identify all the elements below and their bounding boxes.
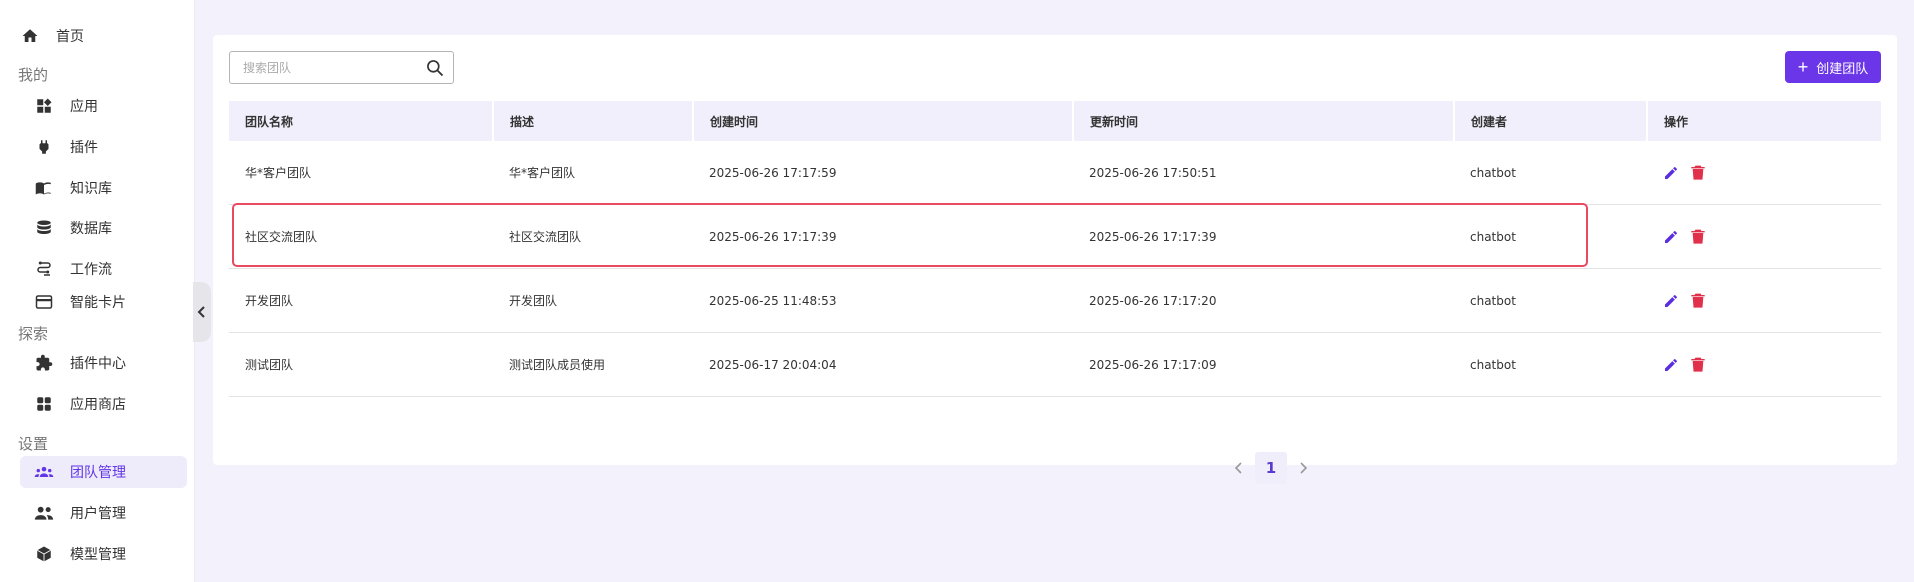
team-list-card: + 创建团队 团队名称 描述 创建时间 更新时间 创建者 操作 华*客户团队 华… xyxy=(213,35,1897,484)
nav-item-label: 团队管理 xyxy=(70,465,126,481)
team-description: 华*客户团队 xyxy=(509,166,576,180)
column-header-name: 团队名称 xyxy=(229,101,494,141)
workflow-icon xyxy=(34,259,54,279)
edit-icon[interactable] xyxy=(1663,229,1679,245)
table-row: 开发团队 开发团队 2025-06-25 11:48:53 2025-06-26… xyxy=(229,269,1881,333)
nav-item-workflow[interactable]: 工作流 xyxy=(20,253,187,285)
nav-item-apps[interactable]: 应用 xyxy=(20,90,187,122)
team-name: 测试团队 xyxy=(245,358,294,372)
section-title-mine: 我的 xyxy=(18,66,49,84)
delete-icon[interactable] xyxy=(1691,293,1705,309)
nav-item-label: 插件中心 xyxy=(70,356,126,372)
column-header-created-time: 创建时间 xyxy=(693,101,1074,141)
column-header-creator: 创建者 xyxy=(1454,101,1648,141)
team-name: 社区交流团队 xyxy=(245,230,318,244)
create-team-button[interactable]: + 创建团队 xyxy=(1785,51,1881,83)
creator: chatbot xyxy=(1470,357,1516,372)
created-time: 2025-06-17 20:04:04 xyxy=(709,357,837,372)
nav-item-label: 应用 xyxy=(70,99,98,115)
updated-time: 2025-06-26 17:17:39 xyxy=(1089,229,1217,244)
table-row: 测试团队 测试团队成员使用 2025-06-17 20:04:04 2025-0… xyxy=(229,333,1881,397)
home-icon xyxy=(20,26,40,46)
plus-icon: + xyxy=(1797,57,1809,77)
team-name: 华*客户团队 xyxy=(245,166,312,180)
pagination: 1 xyxy=(1223,452,1319,484)
team-description: 测试团队成员使用 xyxy=(509,358,606,372)
team-table: 团队名称 描述 创建时间 更新时间 创建者 操作 华*客户团队 华*客户团队 2… xyxy=(229,101,1881,397)
nav-item-label: 工作流 xyxy=(70,262,112,278)
nav-item-label: 模型管理 xyxy=(70,547,126,563)
prev-page-icon[interactable] xyxy=(1223,452,1255,484)
table-header-row: 团队名称 描述 创建时间 更新时间 创建者 操作 xyxy=(229,101,1881,141)
nav-item-label: 知识库 xyxy=(70,181,112,197)
nav-item-label: 插件 xyxy=(70,140,98,156)
search-icon[interactable] xyxy=(425,58,445,82)
edit-icon[interactable] xyxy=(1663,357,1679,373)
card-icon xyxy=(34,292,54,312)
nav-item-app-store[interactable]: 应用商店 xyxy=(20,388,187,420)
edit-icon[interactable] xyxy=(1663,293,1679,309)
created-time: 2025-06-25 11:48:53 xyxy=(709,293,837,308)
users-icon xyxy=(34,503,54,523)
section-title-settings: 设置 xyxy=(18,435,49,453)
nav-item-database[interactable]: 数据库 xyxy=(20,212,187,244)
plug-icon xyxy=(34,137,54,157)
cube-icon xyxy=(34,544,54,564)
nav-item-model-management[interactable]: 模型管理 xyxy=(20,538,187,570)
nav-item-plugin-center[interactable]: 插件中心 xyxy=(20,347,187,379)
created-time: 2025-06-26 17:17:39 xyxy=(709,229,837,244)
updated-time: 2025-06-26 17:50:51 xyxy=(1089,165,1217,180)
nav-item-label: 首页 xyxy=(56,29,84,45)
next-page-icon[interactable] xyxy=(1287,452,1319,484)
sidebar-collapse-button[interactable] xyxy=(193,282,211,342)
grid-icon xyxy=(34,394,54,414)
updated-time: 2025-06-26 17:17:09 xyxy=(1089,357,1217,372)
search-input[interactable] xyxy=(243,60,423,75)
creator: chatbot xyxy=(1470,165,1516,180)
database-icon xyxy=(34,218,54,238)
chevron-left-icon xyxy=(197,306,205,318)
table-row: 社区交流团队 社区交流团队 2025-06-26 17:17:39 2025-0… xyxy=(229,205,1881,269)
puzzle-icon xyxy=(34,353,54,373)
section-title-explore: 探索 xyxy=(18,325,49,343)
team-icon xyxy=(34,462,54,482)
nav-item-label: 数据库 xyxy=(70,221,112,237)
page-number-current[interactable]: 1 xyxy=(1255,452,1287,484)
apps-icon xyxy=(34,96,54,116)
delete-icon[interactable] xyxy=(1691,229,1705,245)
updated-time: 2025-06-26 17:17:20 xyxy=(1089,293,1217,308)
column-header-description: 描述 xyxy=(493,101,694,141)
nav-item-home[interactable]: 首页 xyxy=(20,20,187,52)
table-row: 华*客户团队 华*客户团队 2025-06-26 17:17:59 2025-0… xyxy=(229,141,1881,205)
nav-item-knowledge[interactable]: 知识库 xyxy=(20,172,187,204)
delete-icon[interactable] xyxy=(1691,165,1705,181)
creator: chatbot xyxy=(1470,293,1516,308)
delete-icon[interactable] xyxy=(1691,357,1705,373)
nav-item-user-management[interactable]: 用户管理 xyxy=(20,497,187,529)
column-header-updated-time: 更新时间 xyxy=(1073,101,1455,141)
team-description: 社区交流团队 xyxy=(509,230,582,244)
nav-item-team-management[interactable]: 团队管理 xyxy=(20,456,187,488)
team-description: 开发团队 xyxy=(509,294,558,308)
sidebar: 首页 我的 应用 插件 知识库 数据库 工作流 智能卡片 探索 插件中心 应用商… xyxy=(0,0,195,582)
created-time: 2025-06-26 17:17:59 xyxy=(709,165,837,180)
column-header-actions: 操作 xyxy=(1664,114,1689,129)
nav-item-smart-card[interactable]: 智能卡片 xyxy=(20,286,187,318)
nav-item-label: 用户管理 xyxy=(70,506,126,522)
book-icon xyxy=(34,178,54,198)
edit-icon[interactable] xyxy=(1663,165,1679,181)
team-name: 开发团队 xyxy=(245,294,294,308)
create-team-label: 创建团队 xyxy=(1816,60,1869,76)
nav-item-label: 应用商店 xyxy=(70,397,126,413)
nav-item-plugins[interactable]: 插件 xyxy=(20,131,187,163)
nav-item-label: 智能卡片 xyxy=(70,295,126,311)
creator: chatbot xyxy=(1470,229,1516,244)
search-box xyxy=(229,51,454,84)
